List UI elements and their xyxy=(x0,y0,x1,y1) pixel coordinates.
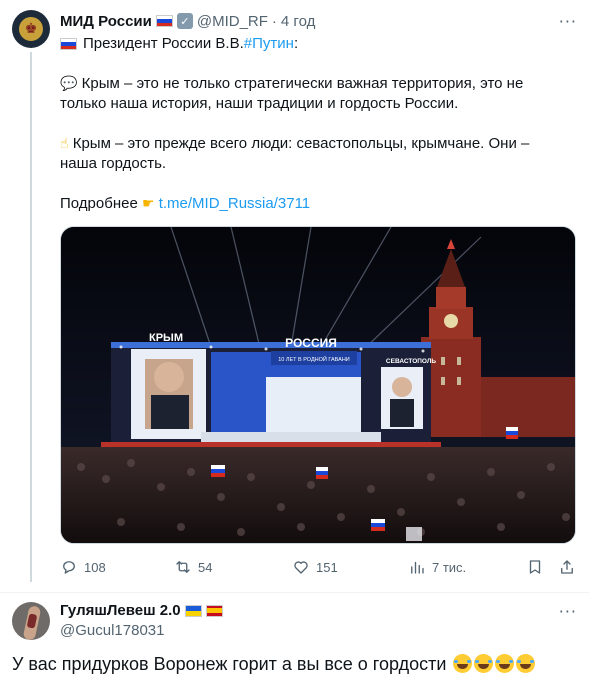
russia-flag-icon xyxy=(60,38,77,51)
reply-header: ГуляшЛевеш 2.0 xyxy=(60,602,223,619)
spain-flag-icon xyxy=(205,604,223,617)
intro-end: : xyxy=(293,35,299,52)
tweet-time[interactable]: 4 год xyxy=(281,13,315,30)
center-screen-sublabel: 10 ЛЕТ В РОДНОЙ ГАВАНИ xyxy=(278,355,350,363)
russia-flag-icon xyxy=(155,15,173,27)
author-handle[interactable]: @MID_RF xyxy=(197,13,268,30)
pointing-right-emoji-icon: ☛ xyxy=(141,196,155,212)
reply-count: 108 xyxy=(84,559,106,575)
intro-line: Президент России В.В.#Путин: xyxy=(60,34,560,54)
author-avatar[interactable]: ♚ xyxy=(12,10,50,48)
separator-dot: · xyxy=(271,12,277,30)
like-count: 151 xyxy=(316,559,338,575)
laughing-emoji-icon xyxy=(495,654,515,673)
paragraph-1-text-1: Крым – это не только стратегически важна… xyxy=(81,75,524,92)
paragraph-1-line-1: 💬 Крым – это не только стратегически важ… xyxy=(60,74,560,94)
emblem-icon: ♚ xyxy=(19,17,43,41)
laughing-emoji-icon xyxy=(516,654,536,673)
tweet-text: Президент России В.В.#Путин: 💬 Крым – эт… xyxy=(60,34,560,214)
telegram-link[interactable]: t.me/MID_Russia/3711 xyxy=(159,195,310,212)
tweet-header: МИД России ✓ @MID_RF · 4 год xyxy=(60,11,315,31)
thread-line xyxy=(30,52,32,582)
left-screen-label: КРЫМ xyxy=(149,332,183,344)
paragraph-2-text-1: Крым – это прежде всего люди: севастопол… xyxy=(72,135,530,152)
bookmark-button[interactable] xyxy=(526,556,544,578)
tweet[interactable]: ♚ МИД России ✓ @MID_RF · 4 год ··· Прези… xyxy=(0,0,589,590)
views-icon xyxy=(411,561,424,574)
repost-button[interactable]: 54 xyxy=(174,556,212,578)
speech-bubble-emoji-icon: 💬 xyxy=(60,76,78,92)
like-icon xyxy=(294,561,308,574)
laughing-emoji-icon xyxy=(474,654,494,673)
reply-author-name[interactable]: ГуляшЛевеш 2.0 xyxy=(60,602,181,619)
reply-author-avatar[interactable] xyxy=(12,602,50,640)
reply-text: У вас придурков Воронеж горит а вы все о… xyxy=(12,654,536,675)
bookmark-icon xyxy=(529,560,541,574)
share-icon xyxy=(561,560,573,574)
more-line: Подробнее ☛ t.me/MID_Russia/3711 xyxy=(60,194,560,214)
reply-text-content: У вас придурков Воронеж горит а вы все о… xyxy=(12,654,447,674)
more-icon[interactable]: ··· xyxy=(559,12,577,31)
paragraph-2-line-2: наша гордость. xyxy=(60,155,167,172)
paragraph-1-line-2: только наша история, наши традиции и гор… xyxy=(60,95,459,112)
reply-icon xyxy=(63,561,75,574)
ukraine-flag-icon xyxy=(184,604,202,617)
tweet-photo[interactable]: КРЫМ РОССИЯ 10 ЛЕТ В РОДНОЙ ГАВАНИ СЕВАС… xyxy=(60,226,576,544)
like-button[interactable]: 151 xyxy=(292,556,338,578)
verified-badge-icon[interactable]: ✓ xyxy=(176,13,193,29)
reply-button[interactable]: 108 xyxy=(60,556,106,578)
tweet-divider xyxy=(0,592,589,593)
tweet-actions: 108 54 151 7 тис. xyxy=(60,556,580,578)
pointing-hand-emoji-icon: ☝ xyxy=(60,136,69,152)
views-button[interactable]: 7 тис. xyxy=(408,556,466,578)
repost-count: 54 xyxy=(198,559,213,575)
paragraph-2-line-1: ☝ Крым – это прежде всего люди: севастоп… xyxy=(60,134,560,154)
views-count: 7 тис. xyxy=(432,559,467,575)
more-icon[interactable]: ··· xyxy=(559,602,577,621)
center-screen-label: РОССИЯ xyxy=(285,336,337,350)
hashtag-link[interactable]: #Путин xyxy=(244,35,294,52)
reply-author-handle[interactable]: @Gucul178031 xyxy=(60,622,164,639)
repost-icon xyxy=(176,561,190,573)
intro-text: Президент России В.В. xyxy=(83,35,244,52)
author-name[interactable]: МИД России xyxy=(60,13,152,30)
right-screen-label: СЕВАСТОПОЛЬ xyxy=(386,358,436,365)
more-label: Подробнее xyxy=(60,195,138,212)
share-button[interactable] xyxy=(558,556,576,578)
laughing-emoji-icon xyxy=(453,654,473,673)
reply-tweet[interactable]: ГуляшЛевеш 2.0 @Gucul178031 ··· У вас пр… xyxy=(0,594,589,698)
